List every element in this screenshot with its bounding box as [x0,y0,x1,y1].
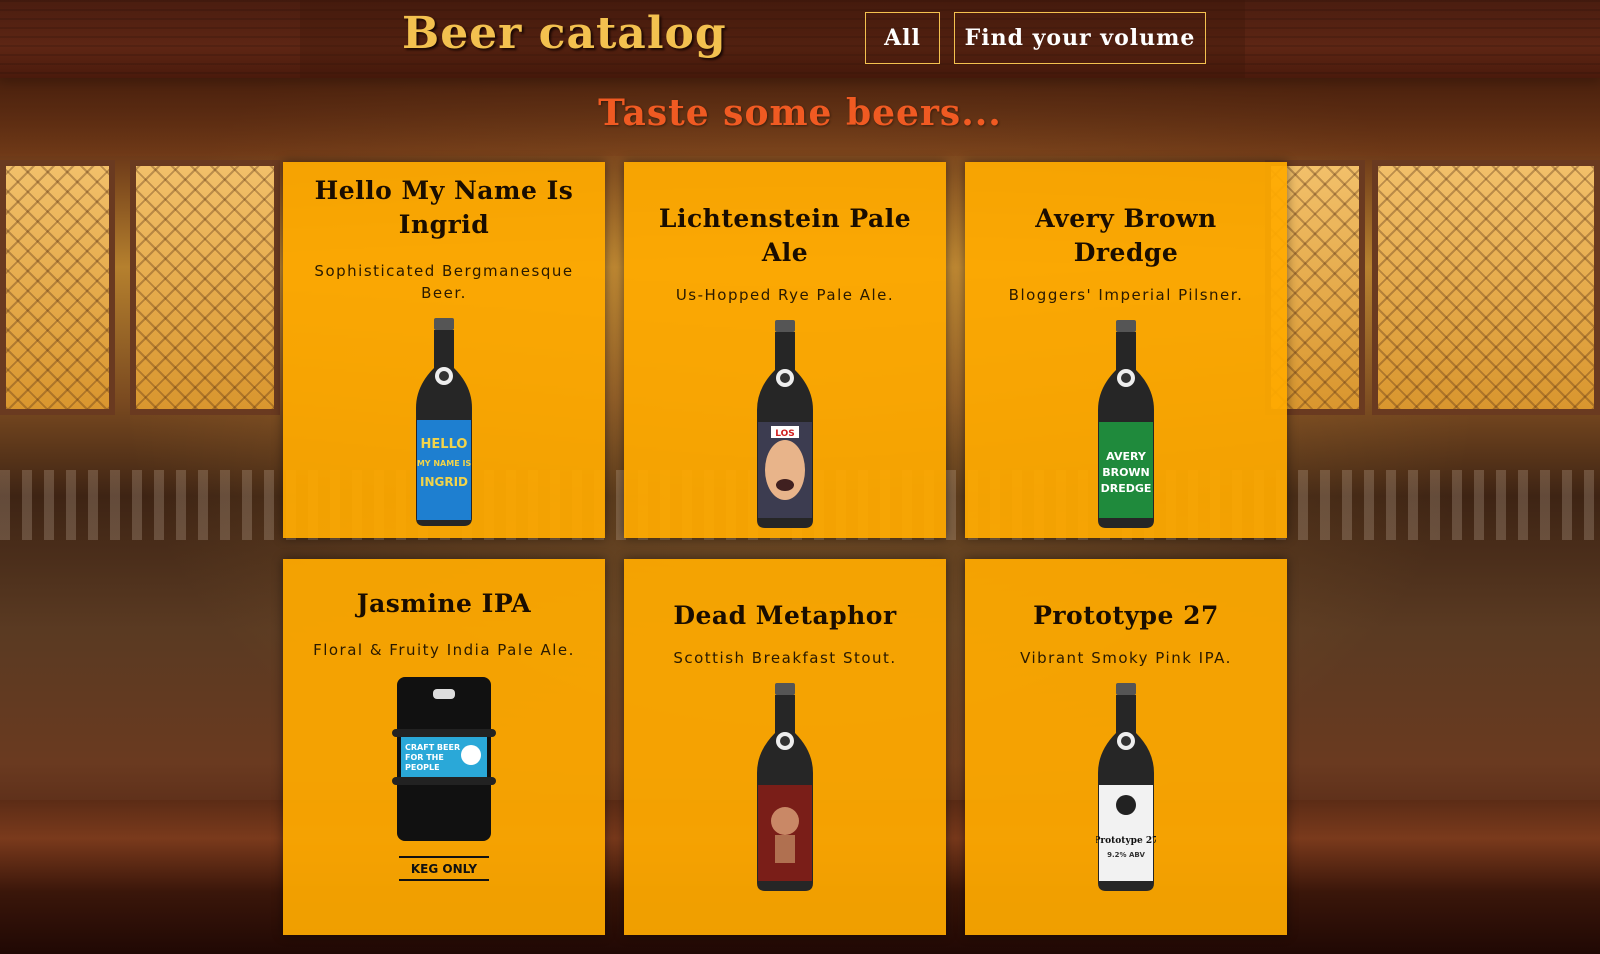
beer-card[interactable]: Jasmine IPA Floral & Fruity India Pale A… [283,559,605,935]
beer-image: LOS [755,320,815,530]
beer-image: AVERY BROWN DREDGE [1096,320,1156,530]
beer-tagline: Us-Hopped Rye Pale Ale. [675,286,895,304]
beer-card[interactable]: Hello My Name Is Ingrid Sophisticated Be… [283,162,605,538]
beer-name: Prototype 27 [1033,601,1219,630]
beer-bottle-icon: LOS [757,320,813,528]
svg-text:AVERY: AVERY [1106,450,1147,463]
beer-card[interactable]: Dead Metaphor Scottish Breakfast Stout. [624,559,946,935]
beer-tagline: Floral & Fruity India Pale Ale. [313,641,575,659]
beer-image: HELLO MY NAME IS INGRID [414,318,474,528]
beer-bottle-icon: Prototype 27 9.2% ABV [1096,683,1156,891]
beer-tagline: Sophisticated Bergmanesque Beer. [314,262,574,302]
beer-tagline: Bloggers' Imperial Pilsner. [1008,286,1244,304]
beer-card[interactable]: Lichtenstein Pale Ale Us-Hopped Rye Pale… [624,162,946,538]
svg-text:CRAFT BEER: CRAFT BEER [405,743,460,752]
svg-text:PEOPLE: PEOPLE [405,763,440,772]
svg-text:BROWN: BROWN [1102,466,1150,479]
top-navbar: Beer catalog All Find your volume [0,0,1600,78]
svg-text:9.2% ABV: 9.2% ABV [1107,851,1145,859]
beer-bottle-icon: AVERY BROWN DREDGE [1098,320,1154,528]
nav-all-button[interactable]: All [865,12,940,64]
bg-cabinet [0,160,115,415]
keg-icon: CRAFT BEER FOR THE PEOPLE KEG ONLY [392,677,496,881]
svg-text:FOR THE: FOR THE [405,753,444,762]
beer-name: Lichtenstein Pale Ale [658,204,912,267]
keg-note: KEG ONLY [411,862,478,876]
svg-text:DREDGE: DREDGE [1101,482,1152,495]
beer-name: Jasmine IPA [356,589,532,618]
svg-text:Prototype 27: Prototype 27 [1096,836,1156,846]
beer-tagline: Vibrant Smoky Pink IPA. [1020,649,1232,667]
beer-image [755,683,815,893]
svg-text:HELLO: HELLO [421,437,468,452]
beer-image: CRAFT BEER FOR THE PEOPLE KEG ONLY [389,675,499,885]
beer-card[interactable]: Avery Brown Dredge Bloggers' Imperial Pi… [965,162,1287,538]
bg-cabinet [130,160,280,415]
beer-name: Dead Metaphor [673,601,897,630]
beer-tagline: Scottish Breakfast Stout. [673,649,897,667]
svg-text:MY NAME IS: MY NAME IS [417,459,472,468]
brand-title[interactable]: Beer catalog [402,8,727,59]
beer-bottle-icon [757,683,813,891]
beer-image: Prototype 27 9.2% ABV [1096,683,1156,893]
beer-name: Hello My Name Is Ingrid [314,176,574,239]
beer-bottle-icon: HELLO MY NAME IS INGRID [416,318,472,526]
svg-text:LOS: LOS [775,429,795,439]
nav-find-volume-button[interactable]: Find your volume [954,12,1206,64]
page-tagline: Taste some beers... [598,92,1002,134]
beer-card[interactable]: Prototype 27 Vibrant Smoky Pink IPA. Pro… [965,559,1287,935]
beer-name: Avery Brown Dredge [1035,204,1217,267]
svg-text:INGRID: INGRID [420,475,468,489]
bg-cabinet [1372,160,1600,415]
